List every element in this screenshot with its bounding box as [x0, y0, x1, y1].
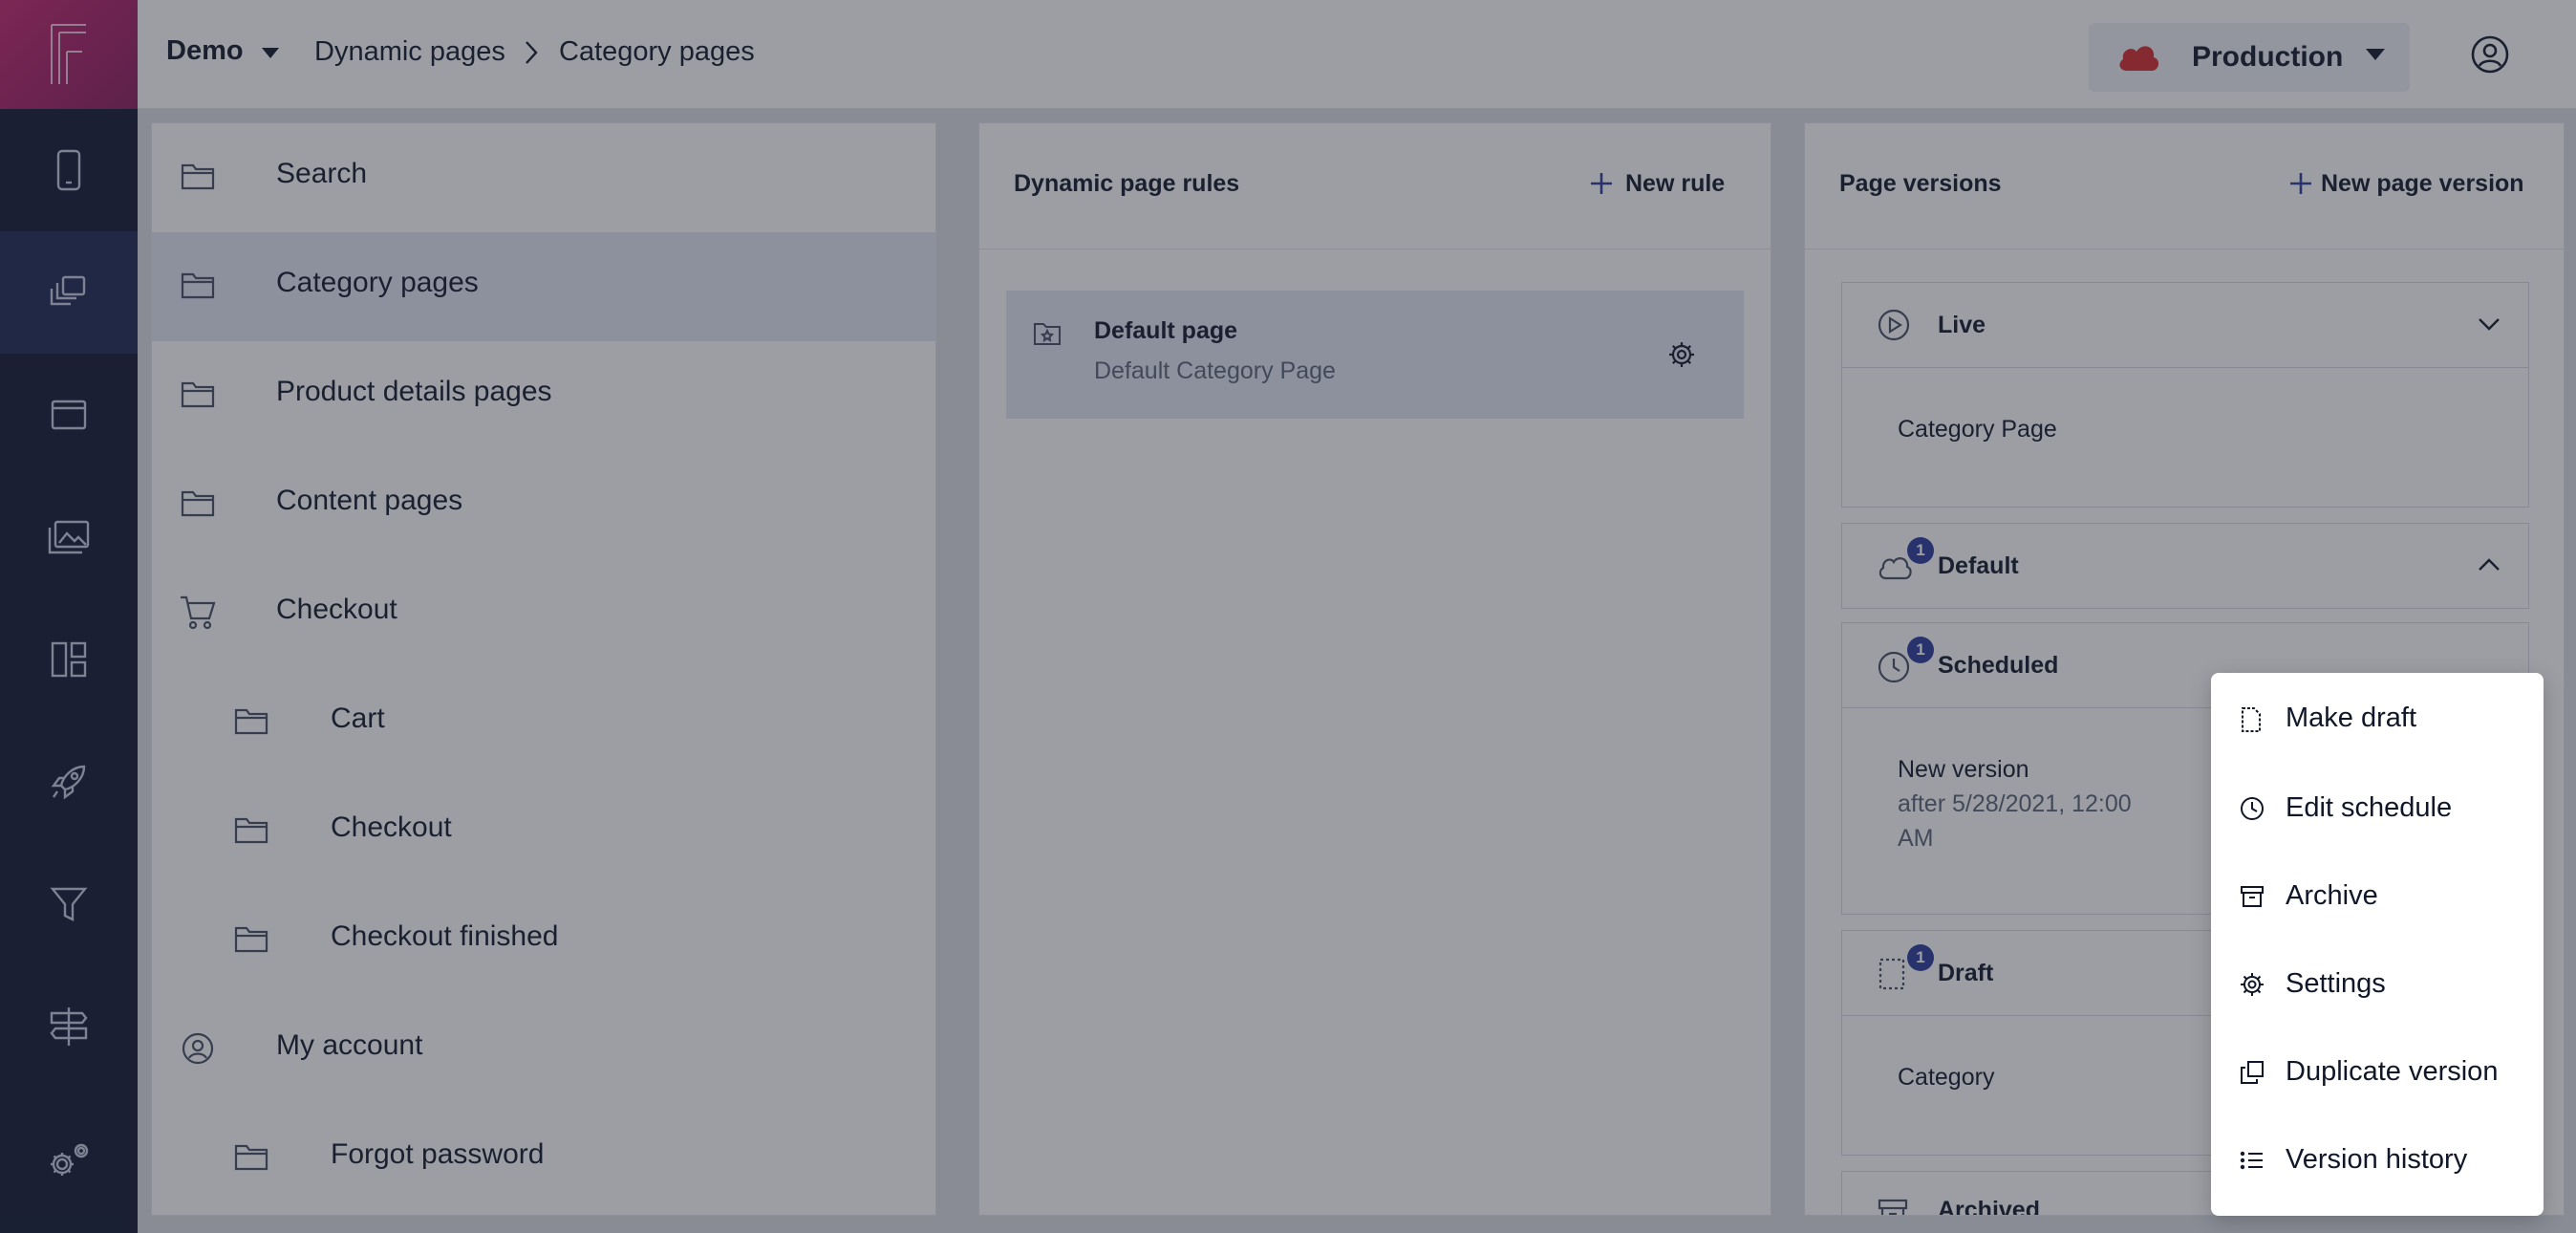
- duplicate-icon: [2241, 1061, 2264, 1084]
- menu-item-label: Edit schedule: [2286, 792, 2453, 823]
- archive-icon: [2241, 886, 2264, 907]
- menu-item-version-history[interactable]: Version history: [2211, 1116, 2544, 1202]
- menu-item-settings[interactable]: Settings: [2211, 941, 2544, 1027]
- menu-item-label: Duplicate version: [2286, 1056, 2499, 1087]
- menu-item-label: Settings: [2286, 968, 2386, 999]
- gear-icon: [2241, 973, 2264, 996]
- menu-item-archive[interactable]: Archive: [2211, 853, 2544, 939]
- clock-icon: [2241, 797, 2264, 820]
- menu-item-label: Make draft: [2286, 703, 2416, 733]
- menu-item-make-draft[interactable]: Make draft: [2211, 675, 2544, 761]
- list-icon: [2240, 1151, 2263, 1170]
- version-context-menu: Make draft Edit schedule Archive Setting…: [2211, 673, 2544, 1216]
- modal-backdrop[interactable]: [0, 0, 2576, 1233]
- menu-item-label: Version history: [2286, 1144, 2468, 1175]
- menu-item-edit-schedule[interactable]: Edit schedule: [2211, 765, 2544, 851]
- menu-item-label: Archive: [2286, 880, 2378, 911]
- draft-icon: [2242, 707, 2261, 732]
- menu-item-duplicate-version[interactable]: Duplicate version: [2211, 1028, 2544, 1114]
